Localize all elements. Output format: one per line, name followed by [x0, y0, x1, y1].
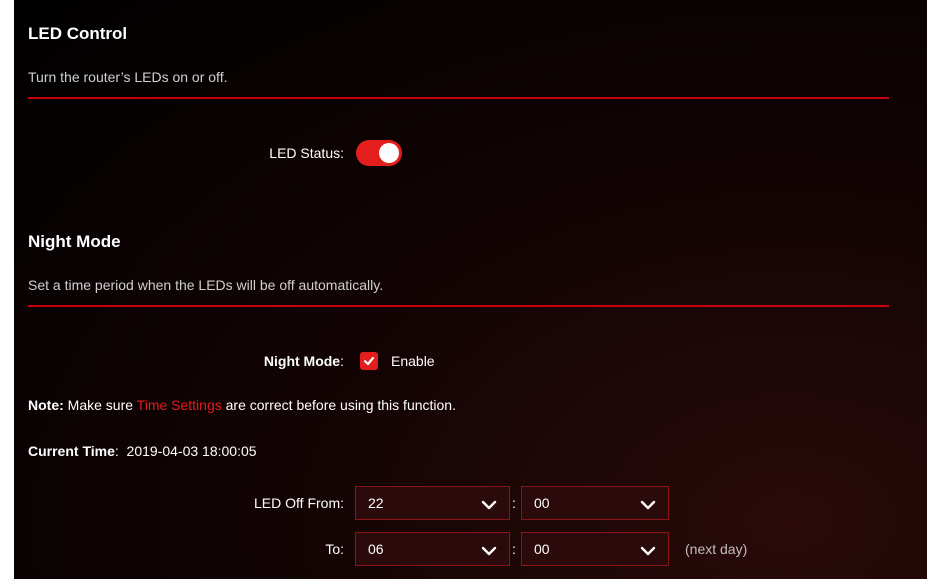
- chevron-down-icon: [640, 546, 656, 556]
- night-mode-enable-checkbox[interactable]: [360, 352, 378, 370]
- night-mode-divider: [28, 305, 889, 307]
- to-hour-select[interactable]: 06: [355, 532, 510, 566]
- night-mode-description: Set a time period when the LEDs will be …: [28, 277, 384, 293]
- from-hour-value: 22: [368, 495, 384, 511]
- led-status-label: LED Status:: [269, 145, 344, 161]
- night-mode-field-label: Night Mode:: [263, 353, 344, 369]
- from-minute-select[interactable]: 00: [521, 486, 669, 520]
- night-mode-title: Night Mode: [28, 232, 121, 251]
- from-hour-select[interactable]: 22: [355, 486, 510, 520]
- led-status-toggle[interactable]: [356, 140, 402, 166]
- current-time-value: 2019-04-03 18:00:05: [126, 443, 257, 459]
- from-minute-value: 00: [534, 495, 550, 511]
- next-day-note: (next day): [685, 541, 748, 557]
- to-time-separator: :: [512, 541, 516, 557]
- from-time-separator: :: [512, 495, 516, 511]
- current-time-row: Current Time: 2019-04-03 18:00:05: [28, 443, 257, 459]
- to-minute-value: 00: [534, 541, 550, 557]
- led-control-title: LED Control: [28, 24, 128, 43]
- note-text-2: are correct before using this function.: [225, 397, 456, 413]
- led-off-to-label: To:: [325, 541, 344, 557]
- led-settings-panel: LED Control Turn the router’s LEDs on or…: [14, 0, 927, 579]
- toggle-knob: [379, 143, 399, 163]
- led-off-from-label: LED Off From:: [254, 495, 344, 511]
- to-minute-select[interactable]: 00: [521, 532, 669, 566]
- led-control-description: Turn the router’s LEDs on or off.: [28, 69, 228, 85]
- time-settings-link[interactable]: Time Settings: [137, 397, 222, 413]
- check-icon: [363, 356, 375, 366]
- chevron-down-icon: [481, 546, 497, 556]
- note-text-1: Make sure: [67, 397, 134, 413]
- current-time-label: Current Time: [28, 443, 115, 459]
- night-mode-enable-label[interactable]: Enable: [391, 353, 435, 369]
- chevron-down-icon: [481, 500, 497, 510]
- note-prefix: Note:: [28, 397, 64, 413]
- to-hour-value: 06: [368, 541, 384, 557]
- note-text: Note: Make sure Time Settings are correc…: [28, 397, 456, 413]
- chevron-down-icon: [640, 500, 656, 510]
- led-control-divider: [28, 97, 889, 99]
